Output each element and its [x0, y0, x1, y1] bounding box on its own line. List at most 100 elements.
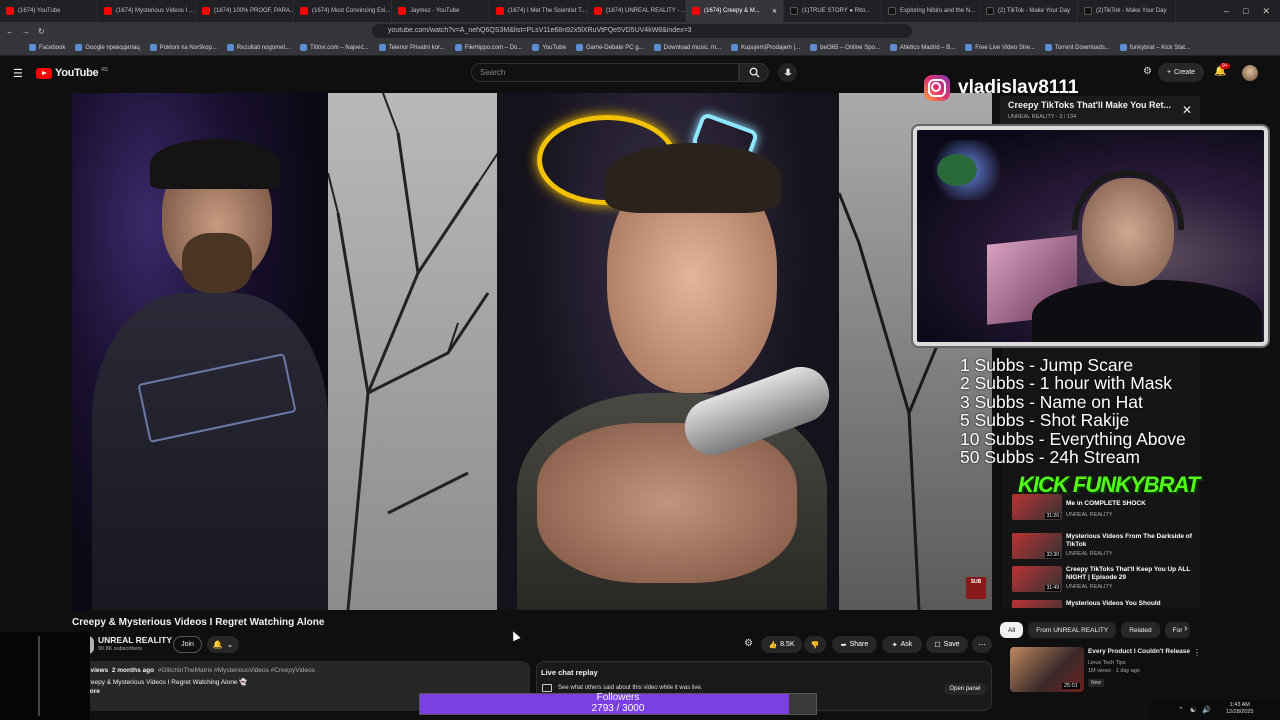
- bookmark-item[interactable]: Free Live Video Stre...: [962, 44, 1038, 51]
- forward-icon[interactable]: →: [22, 27, 30, 36]
- browser-tab[interactable]: (1674) I Met The Scientist T...: [490, 0, 588, 22]
- instagram-banner: vladislav8111: [924, 72, 1078, 104]
- system-clock[interactable]: 1:43 AM 12/28/2025: [1226, 702, 1254, 716]
- open-panel-button[interactable]: Open panel: [944, 683, 986, 695]
- close-window-icon[interactable]: ✕: [1262, 6, 1270, 17]
- system-tray: ⌃ ☯ 🔊: [1150, 700, 1280, 720]
- tree-branches-graphic: [327, 93, 499, 610]
- recommended-channel[interactable]: Linus Tech Tips: [1088, 660, 1126, 666]
- browser-tab-label: Exploring Nibiru and the N...: [900, 8, 976, 14]
- duration-badge: 32:30: [1045, 552, 1060, 558]
- wifi-icon[interactable]: ☯: [1190, 706, 1196, 714]
- bookmark-item[interactable]: YouTube: [529, 44, 569, 51]
- bookmark-item[interactable]: Titlovi.com – Najveć...: [297, 44, 371, 51]
- settings-gear-icon[interactable]: ⚙: [1143, 66, 1152, 77]
- browser-tab[interactable]: (2)TikTok - Make Your Day: [1078, 0, 1176, 22]
- bookmark-item[interactable]: Rezultati nogomet...: [224, 44, 293, 51]
- browser-tab[interactable]: (1674) UNREAL REALITY - ...: [588, 0, 686, 22]
- bookmark-item[interactable]: Torrent Downloads...: [1042, 44, 1113, 51]
- chip-related[interactable]: Related: [1121, 622, 1160, 638]
- join-button[interactable]: Join: [173, 636, 202, 653]
- bookmark-item[interactable]: Google преводилац: [72, 44, 142, 51]
- bookmark-item[interactable]: Game-Debate PC g...: [573, 44, 647, 51]
- browser-tab[interactable]: Jaymez - YouTube: [392, 0, 490, 22]
- person-shirt: [92, 293, 328, 610]
- video-trees-background: [327, 93, 499, 610]
- hashtags[interactable]: #GlitchInTheMatrix #MysteriousVideos #Cr…: [158, 667, 315, 674]
- search-button[interactable]: [739, 63, 769, 82]
- recommended-title[interactable]: Every Product I Couldn't Release: [1088, 648, 1190, 655]
- more-vert-icon[interactable]: ⋮: [1193, 648, 1201, 657]
- bookmark-item[interactable]: Atletico Madrid – B...: [887, 44, 958, 51]
- bookmark-item[interactable]: Download music, m...: [651, 44, 724, 51]
- browser-tab[interactable]: (1674) Most Convincing Exi...: [294, 0, 392, 22]
- bookmark-favicon-icon: [149, 44, 157, 51]
- gear-icon[interactable]: ⚙: [744, 638, 753, 649]
- new-badge: New: [1088, 679, 1105, 687]
- browser-tab[interactable]: (1674) Creepy & M... ✕: [686, 0, 784, 22]
- share-icon: ➦: [840, 641, 847, 649]
- youtube-logo[interactable]: YouTube RS: [36, 67, 108, 79]
- browser-tab-label: (1674) Creepy & M...: [704, 8, 760, 14]
- dislike-button[interactable]: 👎: [804, 636, 826, 653]
- ask-button[interactable]: ✦ Ask: [882, 636, 922, 653]
- bookmark-item[interactable]: funkybrat – Kick Stat...: [1117, 44, 1193, 51]
- playlist-item[interactable]: Mysterious Videos You Should: [1012, 600, 1200, 608]
- voice-search-button[interactable]: [778, 63, 797, 82]
- close-icon[interactable]: ✕: [1182, 103, 1192, 117]
- chip-from-channel[interactable]: From UNREAL REALITY: [1028, 622, 1117, 638]
- more-actions-button[interactable]: ⋯: [972, 636, 992, 653]
- bell-icon: 🔔: [212, 640, 223, 649]
- playlist-item-title: Me in COMPLETE SHOCK: [1066, 500, 1146, 507]
- like-button[interactable]: 👍 8.5K: [761, 636, 802, 653]
- bookmark-label: Titlovi.com – Najveć...: [310, 44, 369, 51]
- maximize-icon[interactable]: □: [1243, 6, 1248, 17]
- bookmark-item[interactable]: Facebook: [26, 44, 68, 51]
- mouse-cursor: [509, 629, 521, 642]
- bookmark-item[interactable]: Pokloni na Norškop...: [147, 44, 220, 51]
- followers-count: 2793 / 3000: [591, 703, 645, 714]
- subscription-bell-button[interactable]: 🔔 ⌄: [207, 636, 239, 653]
- reload-icon[interactable]: ↻: [38, 27, 45, 36]
- browser-tab[interactable]: (1)TRUE STORY ● Rito...: [784, 0, 882, 22]
- volume-icon[interactable]: 🔊: [1202, 706, 1211, 714]
- bookmark-item[interactable]: FileHippo.com – Do...: [452, 44, 526, 51]
- browser-tab[interactable]: (1674) Mysterious Videos I ...: [98, 0, 196, 22]
- browser-tab-label: (2) TikTok - Make Your Day: [998, 8, 1071, 14]
- chevron-up-icon[interactable]: ⌃: [1178, 706, 1184, 714]
- share-button[interactable]: ➦ Share: [832, 636, 877, 653]
- video-player[interactable]: [72, 93, 992, 610]
- bookmark-item[interactable]: Kupujem|Prodajem |...: [728, 44, 803, 51]
- notifications-button[interactable]: 🔔 9+: [1214, 63, 1230, 77]
- browser-tab[interactable]: (2) TikTok - Make Your Day: [980, 0, 1078, 22]
- more-dots-icon: ⋯: [978, 641, 986, 649]
- playlist-item[interactable]: 32:30 Mysterious Videos From The Darksid…: [1012, 533, 1200, 559]
- create-button[interactable]: + Create: [1158, 63, 1204, 82]
- minimize-icon[interactable]: –: [1224, 6, 1229, 17]
- browser-tab[interactable]: (1674) 100% PROOF, PARA...: [196, 0, 294, 22]
- search-input[interactable]: Search: [471, 63, 739, 82]
- recommended-meta: 1M views · 1 day ago: [1088, 668, 1140, 674]
- chevron-right-icon[interactable]: ›: [1184, 623, 1187, 634]
- bookmark-item[interactable]: bet365 – Online Spo...: [807, 44, 883, 51]
- strip-edge: [38, 636, 40, 716]
- save-button[interactable]: ☐ Save: [926, 636, 968, 653]
- bookmark-favicon-icon: [810, 44, 818, 51]
- menu-icon[interactable]: ☰: [13, 67, 23, 80]
- address-bar[interactable]: youtube.com/watch?v=A_nehQ6QS3M&list=PLs…: [372, 24, 912, 38]
- browser-tab[interactable]: (1674) YouTube: [0, 0, 98, 22]
- account-avatar[interactable]: [1242, 65, 1258, 81]
- sub-goal: 2 Subbs - 1 hour with Mask: [960, 373, 1173, 394]
- back-icon[interactable]: ←: [6, 27, 14, 36]
- followers-label: Followers: [596, 692, 640, 703]
- close-tab-icon[interactable]: ✕: [772, 8, 777, 15]
- bookmark-item[interactable]: Telenor Privatni kor...: [376, 44, 448, 51]
- bookmark-favicon-icon: [226, 44, 234, 51]
- chip-all[interactable]: All: [1000, 622, 1024, 638]
- browser-tab[interactable]: Exploring Nibiru and the N...: [882, 0, 980, 22]
- sub-goal: 50 Subbs - 24h Stream: [960, 447, 1140, 468]
- browser-tab-label: (1)TRUE STORY ● Rito...: [802, 8, 871, 14]
- bookmark-label: Torrent Downloads...: [1054, 44, 1110, 51]
- playlist-item[interactable]: 31:49 Creepy TikToks That'll Keep You Up…: [1012, 566, 1200, 592]
- channel-name[interactable]: UNREAL REALITY: [98, 635, 172, 645]
